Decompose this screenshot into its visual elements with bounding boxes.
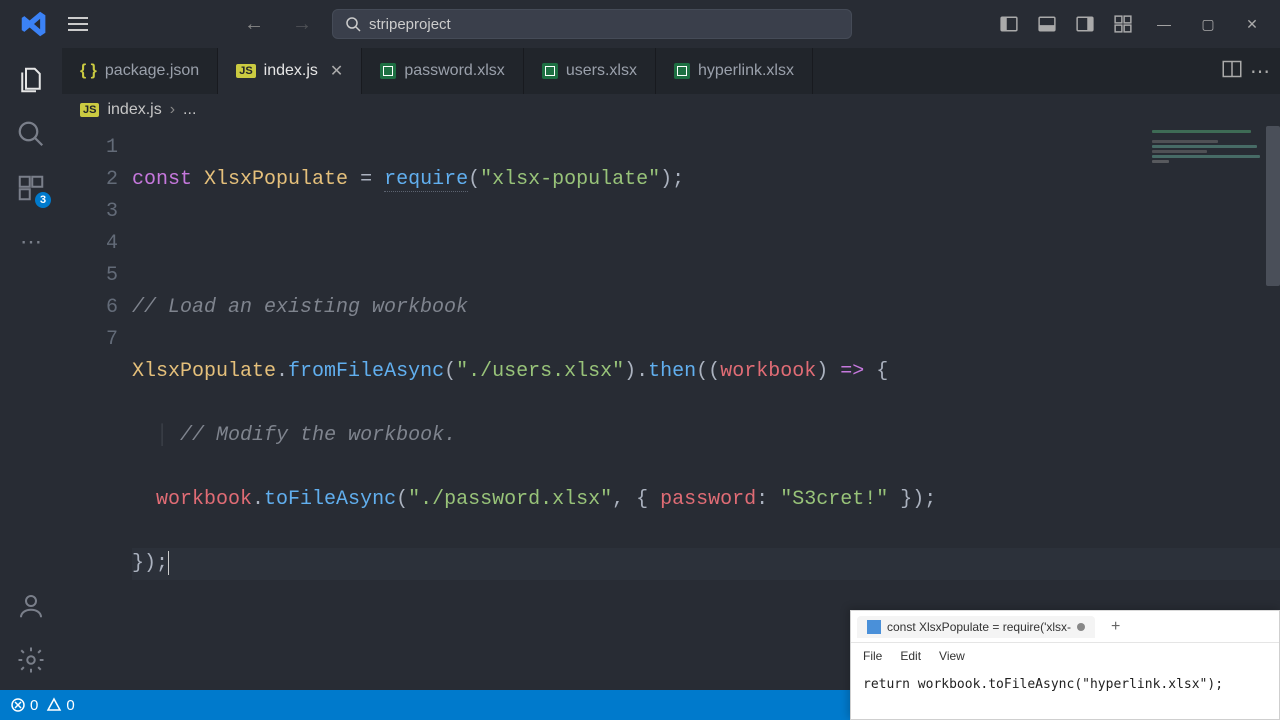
code-editor[interactable]: 1 2 3 4 5 6 7 const XlsxPopulate = requi… <box>62 126 1280 690</box>
extensions-badge: 3 <box>35 192 51 208</box>
files-icon <box>16 65 46 95</box>
nav-back-button[interactable]: ← <box>236 9 272 40</box>
tab-index-js[interactable]: JS index.js ✕ <box>218 48 362 94</box>
notepad-menu-view[interactable]: View <box>939 649 965 663</box>
breadcrumb-file: index.js <box>107 101 161 119</box>
tab-label: password.xlsx <box>404 62 504 80</box>
activity-extensions[interactable]: 3 <box>7 164 55 212</box>
tab-label: index.js <box>264 62 318 80</box>
account-icon <box>16 591 46 621</box>
notepad-content[interactable]: return workbook.toFileAsync("hyperlink.x… <box>851 669 1279 719</box>
notepad-menu-edit[interactable]: Edit <box>900 649 921 663</box>
warning-icon <box>46 697 62 713</box>
titlebar: ← → stripeproject — ▢ ✕ <box>0 0 1280 48</box>
scrollbar[interactable] <box>1266 126 1280 286</box>
error-icon <box>10 697 26 713</box>
search-icon <box>345 16 361 32</box>
gear-icon <box>16 645 46 675</box>
tab-users-xlsx[interactable]: users.xlsx <box>524 48 656 94</box>
tab-label: hyperlink.xlsx <box>698 62 794 80</box>
layout-sidebar-right-icon[interactable] <box>1068 9 1102 39</box>
breadcrumb[interactable]: JS index.js › ... <box>62 94 1280 126</box>
nav-forward-button[interactable]: → <box>284 9 320 40</box>
tab-bar: { } package.json JS index.js ✕ password.… <box>62 48 1280 94</box>
notepad-tab[interactable]: const XlsxPopulate = require('xlsx- <box>857 616 1095 638</box>
breadcrumb-tail: ... <box>183 101 196 119</box>
more-actions-button[interactable]: ⋯ <box>1250 59 1270 84</box>
js-icon: JS <box>236 64 255 78</box>
split-editor-button[interactable] <box>1222 59 1242 84</box>
tab-hyperlink-xlsx[interactable]: hyperlink.xlsx <box>656 48 813 94</box>
excel-icon <box>380 63 396 79</box>
notepad-new-tab-button[interactable]: + <box>1111 618 1120 636</box>
search-text: stripeproject <box>369 16 451 33</box>
minimap[interactable] <box>1152 130 1262 170</box>
window-minimize-button[interactable]: — <box>1144 9 1184 39</box>
activity-bar: 3 ⋯ <box>0 48 62 690</box>
notepad-menu-file[interactable]: File <box>863 649 882 663</box>
line-numbers: 1 2 3 4 5 6 7 <box>62 126 132 690</box>
tab-label: users.xlsx <box>566 62 637 80</box>
notepad-file-icon <box>867 620 881 634</box>
window-close-button[interactable]: ✕ <box>1232 9 1272 39</box>
notepad-window[interactable]: const XlsxPopulate = require('xlsx- + Fi… <box>850 610 1280 720</box>
status-errors[interactable]: 0 <box>10 697 38 714</box>
editor-area: { } package.json JS index.js ✕ password.… <box>62 48 1280 690</box>
activity-accounts[interactable] <box>7 582 55 630</box>
chevron-right-icon: › <box>170 101 175 119</box>
search-icon <box>16 119 46 149</box>
layout-panel-icon[interactable] <box>1030 9 1064 39</box>
notepad-tabbar: const XlsxPopulate = require('xlsx- + <box>851 611 1279 643</box>
notepad-menubar: File Edit View <box>851 643 1279 669</box>
activity-more[interactable]: ⋯ <box>7 218 55 266</box>
excel-icon <box>542 63 558 79</box>
activity-search[interactable] <box>7 110 55 158</box>
status-warnings[interactable]: 0 <box>46 697 74 714</box>
command-center-search[interactable]: stripeproject <box>332 9 852 39</box>
tab-package-json[interactable]: { } package.json <box>62 48 218 94</box>
code-content[interactable]: const XlsxPopulate = require("xlsx-popul… <box>132 126 1280 690</box>
json-icon: { } <box>80 62 97 80</box>
activity-explorer[interactable] <box>7 56 55 104</box>
close-icon[interactable]: ✕ <box>330 61 343 81</box>
menu-button[interactable] <box>68 17 88 31</box>
notepad-tab-title: const XlsxPopulate = require('xlsx- <box>887 620 1071 634</box>
tab-password-xlsx[interactable]: password.xlsx <box>362 48 523 94</box>
js-icon: JS <box>80 103 99 117</box>
window-maximize-button[interactable]: ▢ <box>1188 9 1228 39</box>
excel-icon <box>674 63 690 79</box>
tab-label: package.json <box>105 62 199 80</box>
unsaved-indicator-icon <box>1077 623 1085 631</box>
customize-layout-icon[interactable] <box>1106 9 1140 39</box>
layout-sidebar-left-icon[interactable] <box>992 9 1026 39</box>
activity-settings[interactable] <box>7 636 55 684</box>
vscode-logo <box>20 10 48 38</box>
